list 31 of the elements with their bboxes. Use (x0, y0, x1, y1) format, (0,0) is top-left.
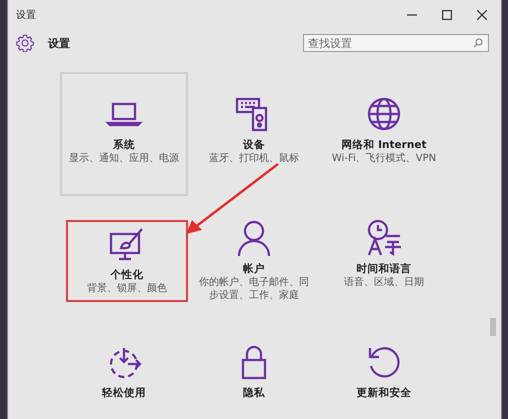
tile-title: 时间和语言 (356, 262, 412, 276)
search-field[interactable]: 查找设置 (303, 34, 489, 52)
tile-title: 个性化 (110, 268, 144, 282)
settings-tile[interactable]: 轻松使用 (60, 320, 188, 419)
settings-tile[interactable]: 隐私 (190, 320, 318, 419)
tile-title: 系统 (113, 138, 135, 152)
tile-title: 设备 (243, 138, 265, 152)
tile-title: 更新和安全 (356, 386, 412, 400)
close-icon[interactable] (477, 10, 487, 20)
maximize-icon[interactable] (442, 10, 452, 20)
page-title: 设置 (48, 36, 71, 50)
tile-title: 轻松使用 (102, 386, 146, 400)
tile-title: 帐户 (243, 262, 265, 276)
tile-description: 背景、锁屏、颜色 (87, 282, 167, 295)
tile-description: 你的帐户、电子邮件、同步设置、工作、家庭 (198, 276, 310, 302)
tile-description: 显示、通知、应用、电源 (69, 152, 179, 165)
tile-title: 隐私 (243, 386, 265, 400)
settings-tile[interactable]: 设备 蓝牙、打印机、鼠标 (190, 72, 318, 196)
search-icon[interactable] (473, 38, 483, 48)
tile-description: 蓝牙、打印机、鼠标 (209, 152, 299, 165)
settings-tile[interactable]: 时间和语言 语音、区域、日期 (320, 196, 448, 320)
settings-tile[interactable]: 网络和 Internet Wi-Fi、飞行模式、VPN (320, 72, 448, 196)
settings-tile[interactable]: 帐户 你的帐户、电子邮件、同步设置、工作、家庭 (190, 196, 318, 320)
settings-icon (16, 34, 34, 52)
tile-title: 网络和 Internet (342, 138, 426, 152)
window-title: 设置 (16, 8, 36, 22)
tile-description: 语音、区域、日期 (344, 276, 424, 289)
settings-tile[interactable]: 个性化 背景、锁屏、颜色 (66, 220, 188, 302)
settings-tile[interactable]: 更新和安全 (320, 320, 448, 419)
settings-tile[interactable]: 系统 显示、通知、应用、电源 (60, 72, 188, 196)
tile-description: Wi-Fi、飞行模式、VPN (332, 152, 436, 165)
